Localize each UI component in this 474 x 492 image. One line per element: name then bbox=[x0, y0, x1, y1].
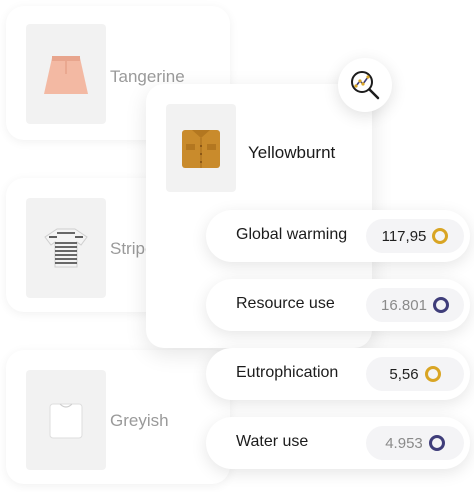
metric-value: 4.953 bbox=[385, 434, 423, 452]
selected-product-name: Yellowburnt bbox=[248, 143, 336, 162]
striped-tshirt-icon bbox=[44, 228, 88, 268]
metric-eutrophication[interactable]: Eutrophication 5,56 bbox=[206, 348, 470, 400]
analyze-search-button[interactable] bbox=[338, 58, 392, 112]
magnifier-chart-icon bbox=[351, 71, 380, 100]
metric-water-use[interactable]: Water use 4.953 bbox=[206, 417, 470, 469]
score-ring-icon bbox=[428, 435, 445, 451]
product-name: Greyish bbox=[110, 411, 169, 430]
metric-value-pill: 5,56 bbox=[366, 357, 464, 391]
metric-value-pill: 16.801 bbox=[366, 288, 464, 322]
skirt-icon bbox=[44, 56, 88, 94]
folded-shirt-icon bbox=[182, 130, 220, 168]
product-card-greyish[interactable]: Greyish bbox=[6, 350, 230, 484]
product-thumbnail bbox=[166, 104, 236, 192]
metric-label: Water use bbox=[236, 433, 309, 450]
score-ring-icon bbox=[424, 366, 441, 382]
metric-global-warming[interactable]: Global warming 117,95 bbox=[206, 210, 470, 262]
product-thumbnail bbox=[26, 24, 106, 124]
metric-label: Resource use bbox=[236, 295, 335, 312]
metric-label: Global warming bbox=[236, 226, 348, 243]
metric-value: 117,95 bbox=[381, 227, 427, 245]
score-ring-icon bbox=[432, 228, 449, 244]
score-ring-icon bbox=[432, 297, 449, 313]
metric-value-pill: 117,95 bbox=[366, 219, 464, 253]
metric-value: 16.801 bbox=[381, 296, 427, 314]
metric-label: Eutrophication bbox=[236, 364, 339, 381]
product-thumbnail bbox=[26, 370, 106, 470]
product-thumbnail bbox=[26, 198, 106, 298]
metric-value-pill: 4.953 bbox=[366, 426, 464, 460]
metric-resource-use[interactable]: Resource use 16.801 bbox=[206, 279, 470, 331]
metric-value: 5,56 bbox=[389, 365, 419, 383]
folded-shirt-icon bbox=[49, 403, 83, 439]
